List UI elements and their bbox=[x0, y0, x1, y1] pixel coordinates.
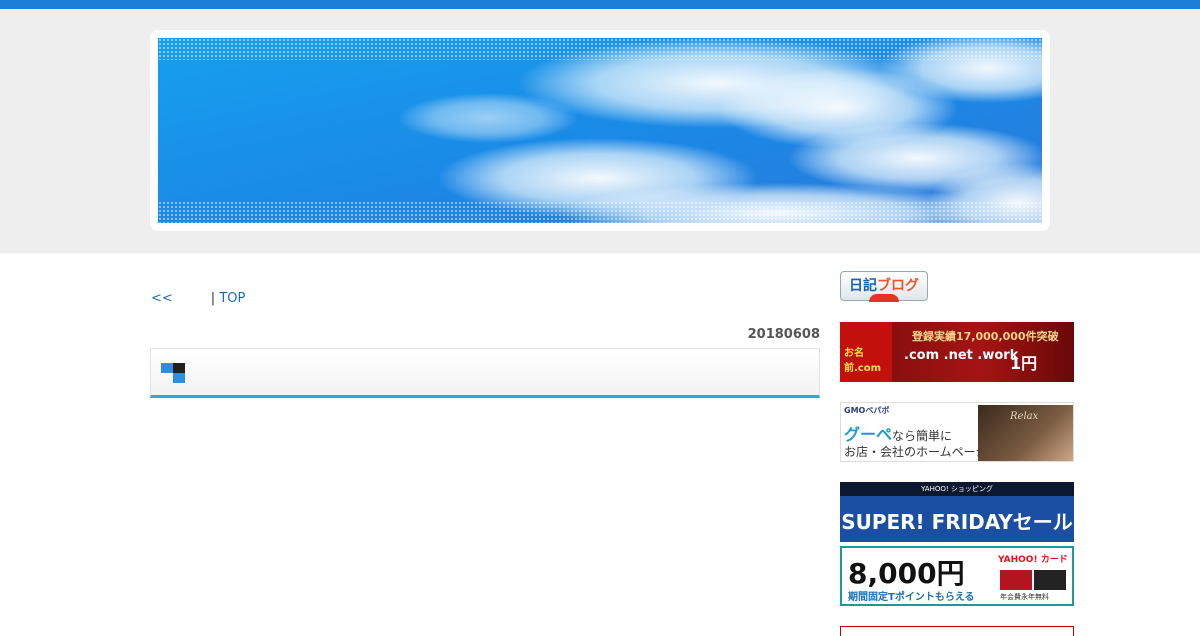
goope-ad-line1: グーペなら簡単に bbox=[844, 421, 952, 445]
blocks-icon bbox=[161, 363, 185, 383]
card-red bbox=[1000, 570, 1032, 590]
onamae-logo: お名前.com bbox=[840, 322, 892, 382]
sky-illustration bbox=[158, 38, 1042, 223]
yahoo-shopping-logo: YAHOO! ショッピング bbox=[840, 482, 1074, 496]
yahoo-ad-bottom: 8,000円 期間固定Tポイントもらえる YAHOO! カード 年会費永年無料 bbox=[840, 546, 1074, 606]
header-banner[interactable] bbox=[150, 30, 1050, 231]
goope-ad-photo: Relax bbox=[978, 405, 1073, 461]
yahoo-ad-headline: SUPER! FRIDAYセール bbox=[841, 510, 1073, 534]
goope-name: グーペ bbox=[844, 425, 893, 444]
yahoo-ad-sub: 期間固定Tポイントもらえる bbox=[848, 592, 975, 603]
onamae-ad-line1: 登録実績17,000,000件突破 bbox=[912, 330, 1059, 343]
prev-link[interactable]: << bbox=[151, 291, 173, 306]
partial-ad-banner[interactable] bbox=[840, 626, 1074, 636]
post-navigation: << | TOP bbox=[151, 291, 245, 306]
yahoo-card-image: YAHOO! カード 年会費永年無料 bbox=[998, 552, 1070, 602]
nikki-blog-sun-icon bbox=[869, 294, 899, 302]
top-link[interactable]: TOP bbox=[219, 291, 245, 306]
dot-pattern-bottom bbox=[158, 201, 1042, 223]
card-black bbox=[1034, 570, 1066, 590]
goope-ad-line1-sub: なら簡単に bbox=[892, 429, 953, 443]
post-date: 20180608 bbox=[747, 327, 820, 342]
onamae-logo-text: お名前.com bbox=[844, 348, 882, 374]
top-accent-bar bbox=[0, 0, 1200, 9]
goope-photo-text: Relax bbox=[1010, 411, 1039, 422]
onamae-ad-banner[interactable]: お名前.com 登録実績17,000,000件突破 .com .net .wor… bbox=[840, 322, 1074, 382]
yahoo-card-note: 年会費永年無料 bbox=[1000, 593, 1049, 601]
gmo-pepabo-logo: GMOペパボ bbox=[844, 406, 890, 415]
nikki-blog-badge[interactable]: 日記ブログ bbox=[840, 271, 928, 302]
nikki-blog-part1: 日記 bbox=[849, 278, 877, 294]
yahoo-card-label: YAHOO! カード bbox=[998, 555, 1068, 565]
yahoo-ad-banner[interactable]: YAHOO! ショッピング SUPER! FRIDAYセール 8,000円 期間… bbox=[840, 482, 1074, 606]
nav-separator: | bbox=[210, 291, 216, 306]
sky-banner-image bbox=[158, 38, 1042, 223]
nikki-blog-part2: ブログ bbox=[877, 278, 919, 294]
yahoo-ad-top: YAHOO! ショッピング SUPER! FRIDAYセール bbox=[840, 482, 1074, 542]
post-title-bar bbox=[150, 348, 820, 398]
yahoo-ad-amount: 8,000円 bbox=[848, 557, 965, 590]
dot-pattern-top bbox=[158, 38, 1042, 60]
goope-ad-banner[interactable]: GMOペパボ グーペなら簡単に お店・会社のホームページ作成! Relax bbox=[840, 402, 1074, 462]
onamae-ad-price: 1円 bbox=[1010, 354, 1038, 373]
onamae-ad-line2: .com .net .work bbox=[904, 348, 1019, 363]
